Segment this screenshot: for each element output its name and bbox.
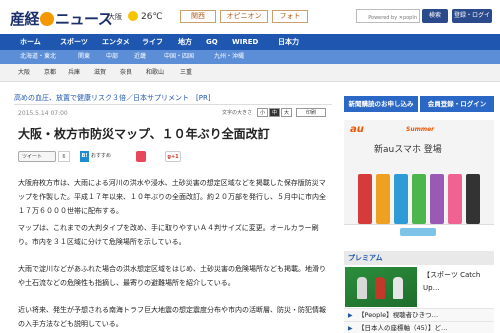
nav-item-wired[interactable]: WIRED	[232, 34, 258, 50]
player-figure	[357, 277, 367, 299]
phone-image	[412, 174, 426, 224]
recommend-button[interactable]: おすすめ	[91, 151, 133, 162]
ad-campaign: Summer	[406, 126, 435, 133]
premium-caption[interactable]: 【スポーツ Catch Up…	[423, 269, 495, 295]
masthead: 産経 ニュース 大阪 26℃ 関西 オピニオン フォト Powered by ✕po…	[0, 0, 500, 34]
tweet-count: 6	[58, 151, 70, 162]
region-item-hokkaido-tohoku[interactable]: 北海道・東北	[20, 50, 56, 64]
arrow-right-icon: ▶	[348, 325, 353, 332]
print-button[interactable]: 印刷	[296, 108, 326, 117]
nav-item-sports[interactable]: スポーツ	[60, 34, 88, 50]
premium-thumbnail[interactable]	[345, 267, 417, 307]
weather-widget[interactable]: 大阪 26℃	[108, 11, 163, 22]
phone-image	[448, 174, 462, 224]
ad-footer	[344, 224, 494, 240]
rabbit-logo-icon	[40, 12, 55, 26]
phone-image	[466, 174, 480, 224]
phone-image	[394, 174, 408, 224]
nav-item-local[interactable]: 地方	[178, 34, 192, 50]
tweet-button[interactable]: ツイート	[18, 151, 56, 162]
font-size-medium-button[interactable]: 中	[269, 108, 280, 117]
login-button[interactable]: 登録・ログイン	[452, 9, 492, 33]
premium-list-item[interactable]: ▶ 【日本人の座標軸（45）】ど…	[344, 321, 494, 333]
article-paragraph: 大雨で淀川などがあふれた場合の洪水想定区域をはじめ、土砂災害の危険場所なども掲載…	[18, 265, 326, 287]
region-item-chubu[interactable]: 中部	[106, 50, 118, 64]
prefecture-nav: 大阪 京都 兵庫 滋賀 奈良 和歌山 三重	[0, 64, 500, 82]
logo-text-a: 産経	[10, 10, 40, 28]
premium-list-label: 【People】視聴者ひきつ…	[358, 311, 439, 319]
search-button[interactable]: 検索	[422, 9, 448, 23]
nav-item-gq[interactable]: GQ	[206, 34, 218, 50]
service-link-kansai[interactable]: 関西	[180, 10, 216, 23]
player-figure	[375, 277, 385, 299]
article-paragraph: 大阪府枚方市は、大雨による河川の洪水や浸水、土砂災害の想定区域などを掲載した保存…	[18, 179, 326, 215]
article-paragraph: 近い将来、発生が予想される南海トラフ巨大地震の想定震度分布や市内の活断層、防災・…	[18, 306, 326, 328]
premium-list-item[interactable]: ▶ 【People】視聴者ひきつ…	[344, 308, 494, 321]
divider	[14, 104, 332, 105]
prefecture-item-shiga[interactable]: 滋賀	[94, 64, 106, 82]
pr-link[interactable]: 高めの血圧、放置で健康リスク３倍／日本サプリメント [PR]	[14, 93, 211, 103]
google-plus-button[interactable]: g+1	[165, 151, 181, 162]
font-size-small-button[interactable]: 小	[257, 108, 268, 117]
weather-city: 大阪	[108, 13, 122, 21]
phone-image	[430, 174, 444, 224]
hatena-bookmark-icon[interactable]: B!	[80, 151, 89, 162]
font-size-label: 文字の大きさ	[222, 110, 253, 116]
phone-image	[376, 174, 390, 224]
news-register-button[interactable]: 会員登録・ログイン	[420, 96, 494, 112]
search-credit: Powered by ✕popIn	[368, 15, 417, 21]
player-figure	[393, 277, 403, 299]
prefecture-item-nara[interactable]: 奈良	[120, 64, 132, 82]
premium-header: プレミアム	[344, 251, 494, 265]
region-item-kanto[interactable]: 関東	[78, 50, 90, 64]
nav-item-life[interactable]: ライフ	[142, 34, 163, 50]
premium-list-label: 【日本人の座標軸（45）】ど…	[358, 324, 448, 332]
au-logo: au	[350, 124, 364, 135]
prefecture-item-osaka[interactable]: 大阪	[18, 64, 30, 82]
nav-item-home[interactable]: ホーム	[20, 34, 41, 50]
nav-item-nihonryoku[interactable]: 日本力	[278, 34, 299, 50]
region-nav: 北海道・東北 関東 中部 近畿 中国・四国 九州・沖縄	[0, 50, 500, 64]
article-paragraph: マップは、これまでの大判タイプを改め、手に取りやすいＡ４判サイズに変更。オールカ…	[18, 224, 319, 246]
page: 産経 ニュース 大阪 26℃ 関西 オピニオン フォト Powered by ✕po…	[0, 0, 500, 333]
region-item-kinki[interactable]: 近畿	[134, 50, 146, 64]
logo-text-b: ニュース	[55, 10, 113, 28]
nav-item-entertainment[interactable]: エンタメ	[102, 34, 130, 50]
search-input[interactable]: Powered by ✕popIn	[356, 9, 420, 23]
service-link-opinion[interactable]: オピニオン	[220, 10, 268, 23]
phone-image	[358, 174, 372, 224]
newspaper-subscribe-button[interactable]: 新聞購読のお申し込み	[344, 96, 418, 112]
font-size-large-button[interactable]: 大	[281, 108, 292, 117]
ad-gauge	[400, 228, 436, 236]
region-item-chugoku-shikoku[interactable]: 中国・四国	[164, 50, 194, 64]
service-link-photo[interactable]: フォト	[272, 10, 308, 23]
main-nav: ホーム スポーツ エンタメ ライフ 地方 GQ WIRED 日本力	[0, 34, 500, 50]
weather-temp: 26℃	[141, 12, 163, 22]
site-logo[interactable]: 産経 ニュース	[10, 8, 113, 29]
article-date: 2015.5.14 07:00	[18, 110, 68, 117]
article-headline: 大阪・枚方市防災マップ、１０年ぶり全面改訂	[18, 127, 270, 141]
pocket-icon[interactable]	[136, 151, 146, 162]
region-item-kyushu-okinawa[interactable]: 九州・沖縄	[214, 50, 244, 64]
sun-icon	[128, 11, 138, 21]
prefecture-item-mie[interactable]: 三重	[180, 64, 192, 82]
premium-title[interactable]: プレミアム	[348, 251, 383, 265]
prefecture-item-kyoto[interactable]: 京都	[44, 64, 56, 82]
prefecture-item-hyogo[interactable]: 兵庫	[68, 64, 80, 82]
au-advertisement[interactable]: au Summer 新auスマホ 登場	[344, 120, 494, 240]
ad-title: 新auスマホ 登場	[374, 145, 442, 155]
prefecture-item-wakayama[interactable]: 和歌山	[146, 64, 164, 82]
